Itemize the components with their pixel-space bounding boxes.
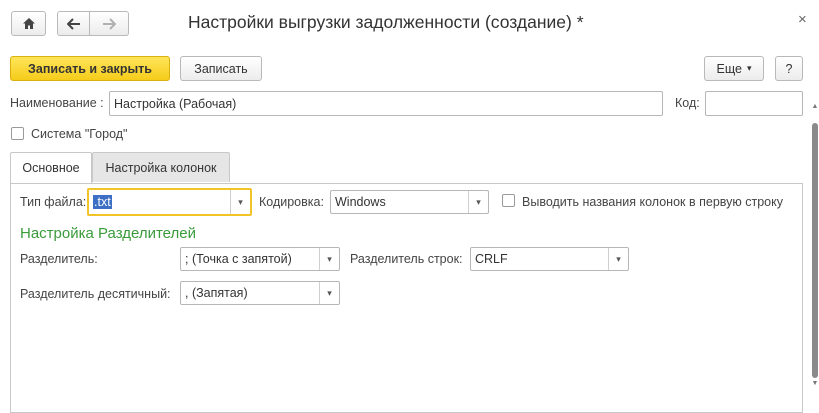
separator-select[interactable]: ; (Точка с запятой) ▾ bbox=[180, 247, 340, 271]
name-input[interactable]: Настройка (Рабочая) bbox=[109, 91, 663, 116]
encoding-label: Кодировка: bbox=[259, 195, 324, 209]
name-label: Наименование : bbox=[10, 96, 104, 110]
chevron-down-icon: ▾ bbox=[746, 63, 752, 73]
decimal-separator-value: , (Запятая) bbox=[185, 286, 248, 300]
tab-main[interactable]: Основное bbox=[10, 152, 92, 183]
chevron-down-icon[interactable]: ▾ bbox=[230, 190, 250, 214]
line-separator-select[interactable]: CRLF ▾ bbox=[470, 247, 629, 271]
more-button[interactable]: Еще ▾ bbox=[704, 56, 764, 81]
forward-button[interactable] bbox=[89, 11, 129, 36]
file-type-value: .txt bbox=[93, 195, 112, 209]
arrow-right-icon bbox=[102, 17, 116, 30]
home-icon bbox=[22, 17, 36, 30]
save-and-close-button[interactable]: Записать и закрыть bbox=[10, 56, 170, 81]
chevron-down-icon[interactable]: ▾ bbox=[319, 248, 339, 270]
vertical-scrollbar[interactable]: ▲ ▼ bbox=[811, 95, 819, 403]
chevron-down-icon[interactable]: ▾ bbox=[319, 282, 339, 304]
scroll-thumb[interactable] bbox=[812, 123, 818, 378]
save-button[interactable]: Записать bbox=[180, 56, 262, 81]
encoding-select[interactable]: Windows ▾ bbox=[330, 190, 489, 214]
home-button[interactable] bbox=[11, 11, 46, 36]
back-button[interactable] bbox=[57, 11, 90, 36]
arrow-left-icon bbox=[66, 17, 81, 30]
window-title: Настройки выгрузки задолженности (создан… bbox=[188, 12, 584, 32]
separators-group-title: Настройка Разделителей bbox=[20, 225, 196, 242]
system-checkbox[interactable] bbox=[11, 127, 24, 140]
close-icon[interactable]: × bbox=[798, 11, 807, 28]
separator-value: ; (Точка с запятой) bbox=[185, 252, 292, 266]
more-label: Еще bbox=[716, 61, 742, 76]
header-row-label: Выводить названия колонок в первую строк… bbox=[522, 195, 783, 209]
header-row-checkbox[interactable] bbox=[502, 194, 515, 207]
code-label: Код: bbox=[675, 96, 700, 110]
tab-columns[interactable]: Настройка колонок bbox=[92, 152, 230, 182]
file-type-label: Тип файла: bbox=[20, 195, 87, 209]
separator-label: Разделитель: bbox=[20, 252, 98, 266]
file-type-select[interactable]: .txt ▾ bbox=[87, 188, 252, 216]
scroll-up-icon[interactable]: ▲ bbox=[811, 103, 819, 110]
decimal-separator-label: Разделитель десятичный: bbox=[20, 287, 171, 301]
decimal-separator-select[interactable]: , (Запятая) ▾ bbox=[180, 281, 340, 305]
chevron-down-icon[interactable]: ▾ bbox=[468, 191, 488, 213]
system-label: Система "Город" bbox=[31, 127, 128, 141]
code-input[interactable] bbox=[705, 91, 803, 116]
scroll-down-icon[interactable]: ▼ bbox=[811, 380, 819, 387]
help-button[interactable]: ? bbox=[775, 56, 803, 81]
line-separator-value: CRLF bbox=[475, 252, 508, 266]
line-separator-label: Разделитель строк: bbox=[350, 252, 463, 266]
encoding-value: Windows bbox=[335, 195, 386, 209]
chevron-down-icon[interactable]: ▾ bbox=[608, 248, 628, 270]
